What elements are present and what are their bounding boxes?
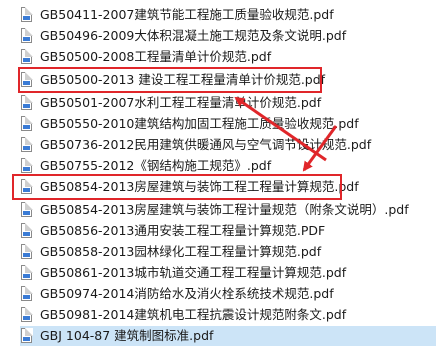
file-row-selected[interactable]: GBJ 104-87 建筑制图标准.pdf <box>20 326 436 346</box>
pdf-file-icon <box>20 307 34 323</box>
pdf-file-icon <box>20 137 34 153</box>
pdf-file-icon <box>20 244 34 260</box>
file-row[interactable]: GB50411-2007建筑节能工程施工质量验收规范.pdf <box>20 5 436 25</box>
pdf-file-icon <box>20 265 34 281</box>
pdf-file-icon <box>20 158 34 174</box>
pdf-file-icon <box>20 116 34 132</box>
pdf-file-icon <box>20 328 34 344</box>
pdf-file-icon <box>20 202 34 218</box>
file-name: GB50755-2012《钢结构施工规范》.pdf <box>40 158 272 173</box>
pdf-file-icon <box>20 95 34 111</box>
pdf-file-icon <box>20 49 34 65</box>
pdf-file-icon <box>20 72 34 88</box>
file-row[interactable]: GB50550-2010建筑结构加固工程施工质量验收规范.pdf <box>20 114 436 134</box>
pdf-file-icon <box>20 286 34 302</box>
file-row[interactable]: GB50854-2013房屋建筑与装饰工程工程量计算规范.pdf <box>20 177 436 197</box>
pdf-file-icon <box>20 28 34 44</box>
file-name: GB50854-2013房屋建筑与装饰工程工程量计算规范.pdf <box>40 179 359 194</box>
file-row[interactable]: GB50500-2008工程量清单计价规范.pdf <box>20 47 436 67</box>
file-row[interactable]: GB50861-2013城市轨道交通工程工程量计算规范.pdf <box>20 263 436 283</box>
file-row[interactable]: GB50501-2007水利工程工程量清单计价规范.pdf <box>20 93 436 113</box>
file-name: GB50411-2007建筑节能工程施工质量验收规范.pdf <box>40 7 334 22</box>
file-name: GB50858-2013园林绿化工程工程量计算规范.pdf <box>40 244 322 259</box>
file-row[interactable]: GB50974-2014消防给水及消火栓系统技术规范.pdf <box>20 284 436 304</box>
file-name: GB50854-2013房屋建筑与装饰工程计量规范（附条文说明）.pdf <box>40 202 409 217</box>
file-row[interactable]: GB50500-2013 建设工程工程量清单计价规范.pdf <box>20 70 436 90</box>
pdf-file-icon <box>20 223 34 239</box>
pdf-file-icon <box>20 179 34 195</box>
file-name: GB50550-2010建筑结构加固工程施工质量验收规范.pdf <box>40 116 359 131</box>
file-row[interactable]: GB50496-2009大体积混凝土施工规范及条文说明.pdf <box>20 26 436 46</box>
file-name: GB50500-2008工程量清单计价规范.pdf <box>40 49 272 64</box>
file-name: GB50856-2013通用安装工程工程量计算规范.PDF <box>40 223 326 238</box>
file-name: GB50501-2007水利工程工程量清单计价规范.pdf <box>40 95 322 110</box>
file-row[interactable]: GB50981-2014建筑机电工程抗震设计规范附条文.pdf <box>20 305 436 325</box>
file-name: GB50496-2009大体积混凝土施工规范及条文说明.pdf <box>40 28 347 43</box>
file-name: GB50861-2013城市轨道交通工程工程量计算规范.pdf <box>40 265 347 280</box>
file-row[interactable]: GB50854-2013房屋建筑与装饰工程计量规范（附条文说明）.pdf <box>20 200 436 220</box>
file-name: GB50500-2013 建设工程工程量清单计价规范.pdf <box>40 72 326 87</box>
file-name: GB50736-2012民用建筑供暖通风与空气调节设计规范.pdf <box>40 137 372 152</box>
file-row[interactable]: GB50858-2013园林绿化工程工程量计算规范.pdf <box>20 242 436 262</box>
file-name: GB50974-2014消防给水及消火栓系统技术规范.pdf <box>40 286 334 301</box>
file-name: GBJ 104-87 建筑制图标准.pdf <box>40 328 214 343</box>
file-name: GB50981-2014建筑机电工程抗震设计规范附条文.pdf <box>40 307 347 322</box>
file-list: GB50411-2007建筑节能工程施工质量验收规范.pdf GB50496-2… <box>0 0 436 346</box>
pdf-file-icon <box>20 7 34 23</box>
file-row[interactable]: GB50856-2013通用安装工程工程量计算规范.PDF <box>20 221 436 241</box>
file-row[interactable]: GB50755-2012《钢结构施工规范》.pdf <box>20 156 436 176</box>
file-row[interactable]: GB50736-2012民用建筑供暖通风与空气调节设计规范.pdf <box>20 135 436 155</box>
